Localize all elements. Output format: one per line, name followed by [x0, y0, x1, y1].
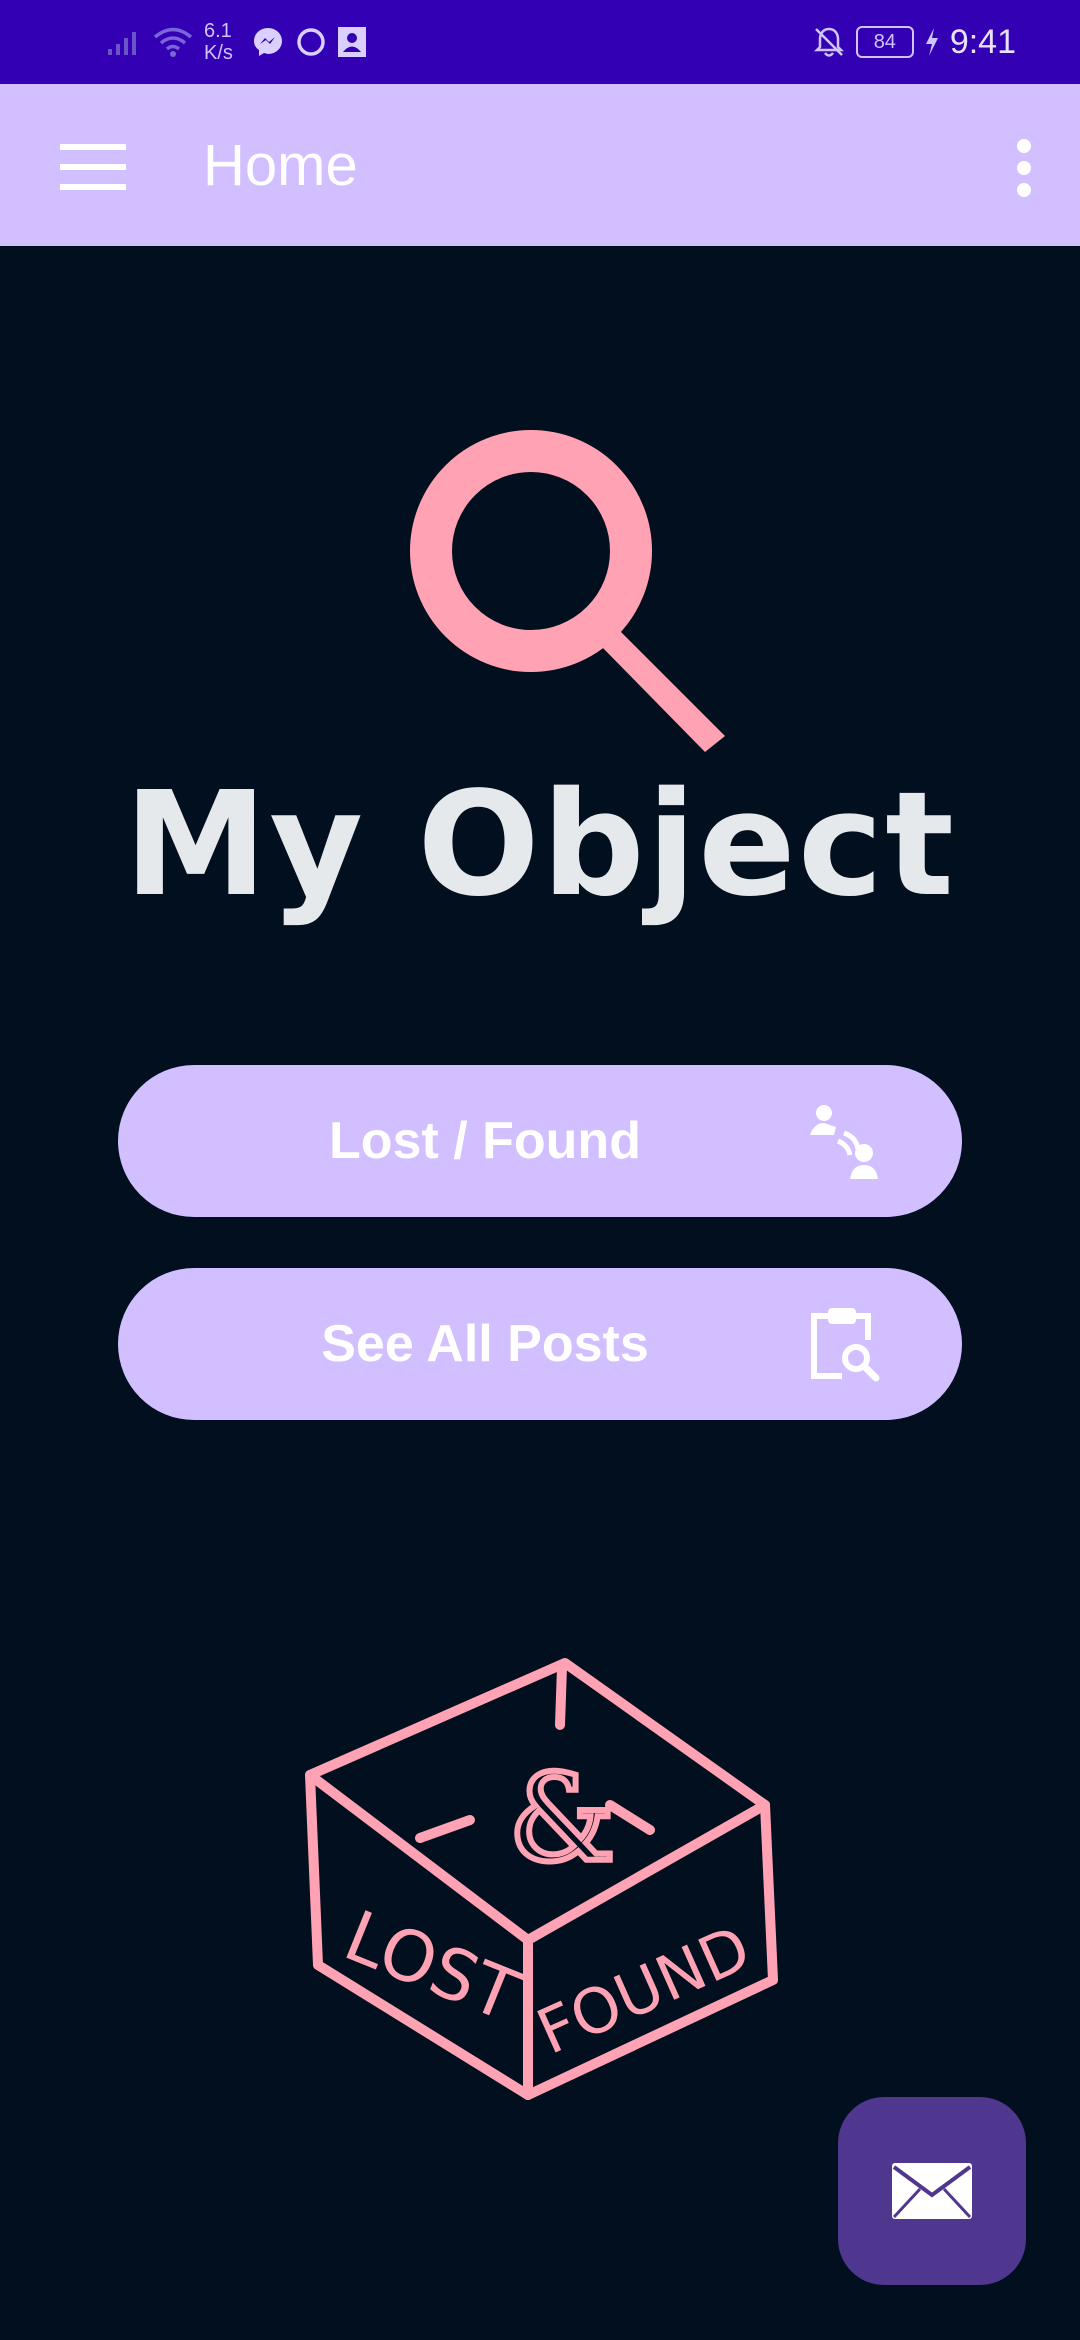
battery-indicator: 84 [855, 26, 914, 58]
status-bar-right: 84 9:41 [812, 14, 1016, 70]
status-bar-left: 6.1 K/s [106, 14, 367, 70]
net-speed: 6.1 K/s [204, 20, 233, 64]
lost-found-label: Lost / Found [329, 1112, 641, 1170]
mail-icon [892, 2163, 972, 2219]
app-bar: Home [0, 84, 1080, 246]
net-speed-unit: K/s [204, 42, 233, 64]
page-title: Home [203, 133, 358, 198]
messenger-icon [253, 28, 282, 56]
mail-fab-button[interactable] [838, 2097, 1026, 2285]
sync-icon [297, 28, 325, 56]
lost-found-box-illustration: & LOST FOUND [305, 1658, 778, 2100]
clipboard-search-icon [811, 1308, 880, 1382]
signal-icon [108, 32, 136, 55]
see-all-posts-button[interactable]: See All Posts [118, 1268, 962, 1420]
illustration-amp: & [509, 1750, 616, 1889]
magnifier-icon [410, 430, 725, 752]
more-vert-icon[interactable] [1012, 138, 1036, 198]
wifi-icon [153, 27, 193, 57]
lost-found-button[interactable]: Lost / Found [118, 1065, 962, 1217]
charging-icon [925, 28, 938, 56]
status-clock: 9:41 [949, 22, 1016, 61]
hamburger-menu-icon[interactable] [60, 142, 126, 192]
status-bar: 6.1 K/s 84 9:41 [0, 0, 1080, 84]
see-all-posts-label: See All Posts [321, 1315, 649, 1373]
people-search-icon [810, 1105, 878, 1179]
net-speed-value: 6.1 [204, 20, 232, 42]
contacts-icon [337, 27, 366, 57]
bell-off-icon [813, 27, 844, 57]
app-name: My Object [123, 760, 956, 928]
